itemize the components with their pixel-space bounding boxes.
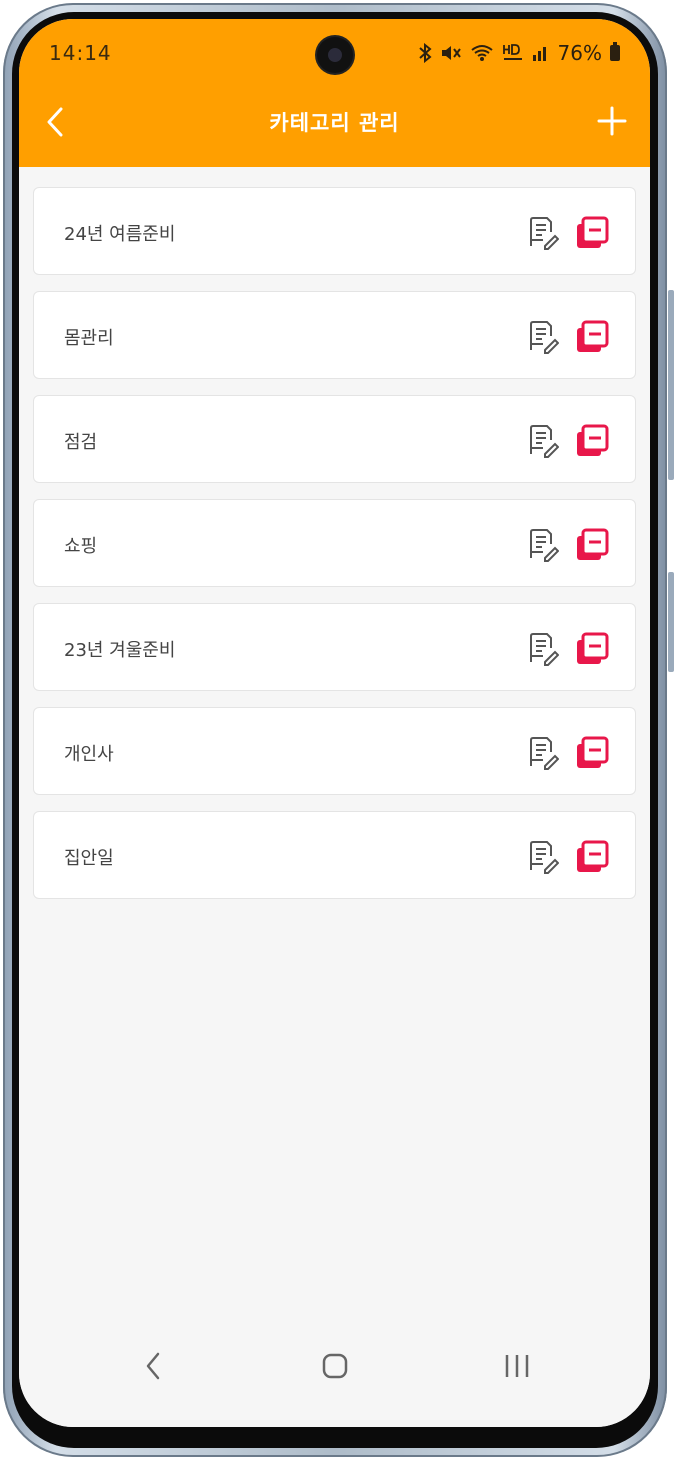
edit-button[interactable] [527, 424, 560, 458]
category-row[interactable]: 몸관리 [33, 291, 636, 379]
delete-button[interactable] [575, 528, 609, 562]
bluetooth-icon [418, 43, 432, 63]
edit-button[interactable] [527, 528, 560, 562]
delete-icon [577, 632, 609, 664]
plus-icon [597, 106, 627, 136]
delete-icon [577, 216, 609, 248]
edit-button[interactable] [527, 216, 560, 250]
front-camera [317, 37, 353, 73]
edit-document-icon [530, 529, 560, 562]
wifi-icon [470, 45, 493, 61]
delete-icon [577, 528, 609, 560]
delete-button[interactable] [575, 320, 609, 354]
edit-document-icon [530, 321, 560, 354]
screen: 14:14 76% 카테고리 관리 24년 여름준비 몸관리 점검 쇼핑 23년… [19, 19, 650, 1427]
battery-level: 76% [557, 41, 602, 65]
status-time: 14:14 [49, 41, 112, 65]
edit-document-icon [530, 425, 560, 458]
edit-button[interactable] [527, 840, 560, 874]
volume-button [668, 290, 674, 480]
system-nav-bar [19, 1317, 650, 1427]
category-label: 개인사 [64, 744, 114, 765]
edit-document-icon [530, 217, 560, 250]
nav-recent-apps-button[interactable] [503, 1353, 531, 1379]
category-list: 24년 여름준비 몸관리 점검 쇼핑 23년 겨울준비 개인사 집안일 [33, 187, 636, 915]
edit-button[interactable] [527, 320, 560, 354]
category-row[interactable]: 23년 겨울준비 [33, 603, 636, 691]
delete-icon [577, 840, 609, 872]
mute-icon [441, 46, 461, 60]
delete-button[interactable] [575, 424, 609, 458]
back-icon [146, 1352, 160, 1380]
signal-icon [532, 47, 546, 61]
power-button [668, 572, 674, 672]
app-bar: 14:14 76% 카테고리 관리 [19, 19, 650, 167]
category-row[interactable]: 점검 [33, 395, 636, 483]
edit-document-icon [530, 841, 560, 874]
delete-icon [577, 424, 609, 456]
delete-icon [577, 736, 609, 768]
category-label: 23년 겨울준비 [64, 640, 176, 661]
category-row[interactable]: 집안일 [33, 811, 636, 899]
nav-home-button[interactable] [322, 1353, 348, 1379]
category-label: 몸관리 [64, 328, 114, 349]
recent-apps-icon [505, 1355, 529, 1377]
category-label: 집안일 [64, 848, 114, 869]
category-row[interactable]: 24년 여름준비 [33, 187, 636, 275]
status-icons: 76% [418, 41, 620, 65]
delete-button[interactable] [575, 840, 609, 874]
battery-icon [610, 42, 620, 61]
edit-document-icon [530, 737, 560, 770]
delete-button[interactable] [575, 632, 609, 666]
category-label: 쇼핑 [64, 536, 98, 557]
delete-button[interactable] [575, 736, 609, 770]
page-title: 카테고리 관리 [269, 111, 400, 135]
delete-icon [577, 320, 609, 352]
edit-button[interactable] [527, 736, 560, 770]
delete-button[interactable] [575, 216, 609, 250]
edit-button[interactable] [527, 632, 560, 666]
edit-document-icon [530, 633, 560, 666]
add-category-button[interactable] [596, 105, 628, 137]
category-row[interactable]: 개인사 [33, 707, 636, 795]
hd-voice-icon [502, 44, 522, 60]
nav-back-button[interactable] [143, 1349, 163, 1383]
category-label: 점검 [64, 432, 98, 453]
home-icon [322, 1353, 348, 1379]
category-row[interactable]: 쇼핑 [33, 499, 636, 587]
category-label: 24년 여름준비 [64, 224, 176, 245]
